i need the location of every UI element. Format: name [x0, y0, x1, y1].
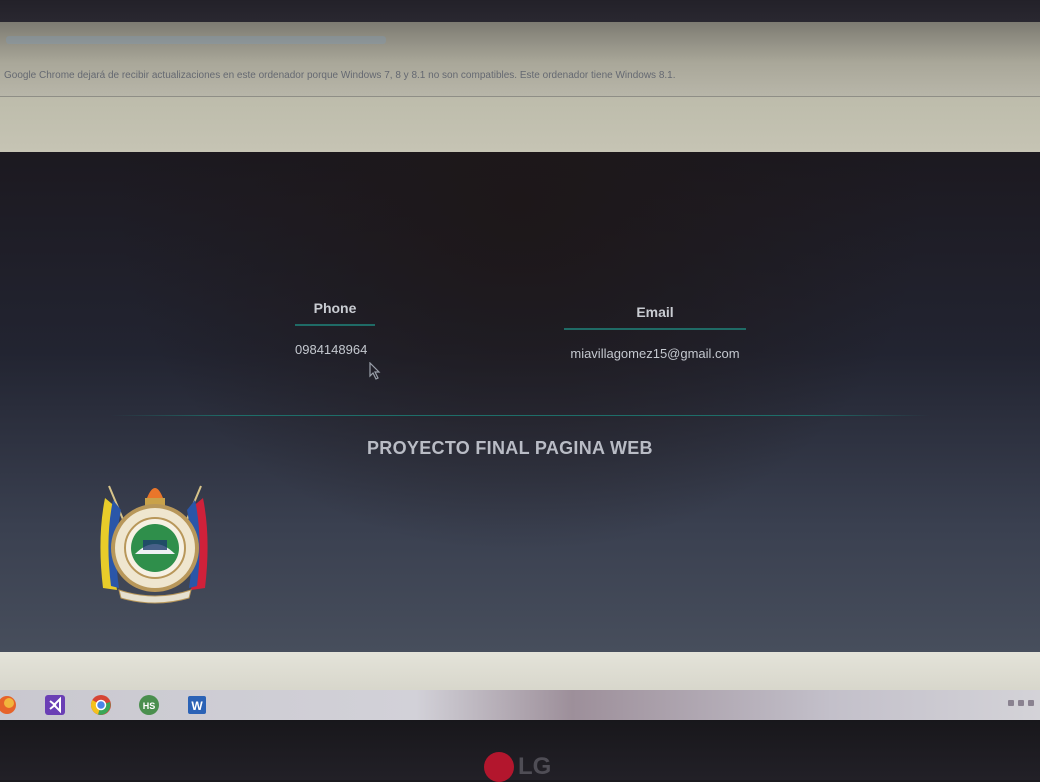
phone-heading: Phone — [313, 300, 357, 316]
tray-icon[interactable] — [1028, 700, 1034, 706]
visual-studio-taskbar-button[interactable] — [40, 692, 70, 718]
lg-logo-icon — [484, 752, 514, 782]
word-icon: W — [188, 696, 206, 714]
browser-bottom-area — [0, 652, 1040, 692]
hs-app-taskbar-button[interactable]: HS — [134, 692, 164, 718]
phone-section: Phone 0984148964 — [295, 300, 375, 357]
svg-text:W: W — [191, 699, 203, 713]
lg-brand-logo: LG — [484, 752, 551, 782]
chrome-icon — [90, 695, 111, 715]
footer-divider — [110, 415, 930, 416]
windows-taskbar: HS W — [0, 690, 1040, 720]
email-heading-underline — [564, 328, 746, 330]
email-heading: Email — [636, 304, 674, 320]
chrome-taskbar-button[interactable] — [86, 692, 116, 718]
lg-brand-text: LG — [518, 753, 552, 780]
mouse-cursor-icon — [369, 362, 381, 380]
tray-icon[interactable] — [1008, 700, 1014, 706]
site-title: PROYECTO FINAL PAGINA WEB — [367, 438, 653, 458]
browser-band — [0, 96, 1040, 153]
visual-studio-icon — [45, 695, 65, 715]
website-footer: Phone 0984148964 Email miavillagomez15@g… — [0, 152, 1040, 652]
email-section: Email miavillagomez15@gmail.com — [564, 304, 746, 361]
phone-value[interactable]: 0984148964 — [295, 342, 375, 357]
notice-link-bar[interactable] — [6, 36, 386, 44]
email-value[interactable]: miavillagomez15@gmail.com — [564, 346, 746, 361]
firefox-taskbar-button[interactable] — [0, 692, 22, 718]
system-tray[interactable] — [1008, 700, 1034, 706]
screen: Google Chrome dejará de recibir actualiz… — [0, 22, 1040, 720]
phone-heading-underline — [295, 324, 375, 326]
tray-icon[interactable] — [1018, 700, 1024, 706]
chrome-update-notice-bar: Google Chrome dejará de recibir actualiz… — [0, 22, 1040, 96]
hs-app-icon: HS — [139, 695, 159, 715]
school-crest-logo — [100, 485, 208, 604]
firefox-icon — [0, 696, 16, 714]
svg-text:HS: HS — [143, 701, 156, 711]
word-taskbar-button[interactable]: W — [182, 692, 212, 718]
notice-message: Google Chrome dejará de recibir actualiz… — [4, 70, 676, 81]
